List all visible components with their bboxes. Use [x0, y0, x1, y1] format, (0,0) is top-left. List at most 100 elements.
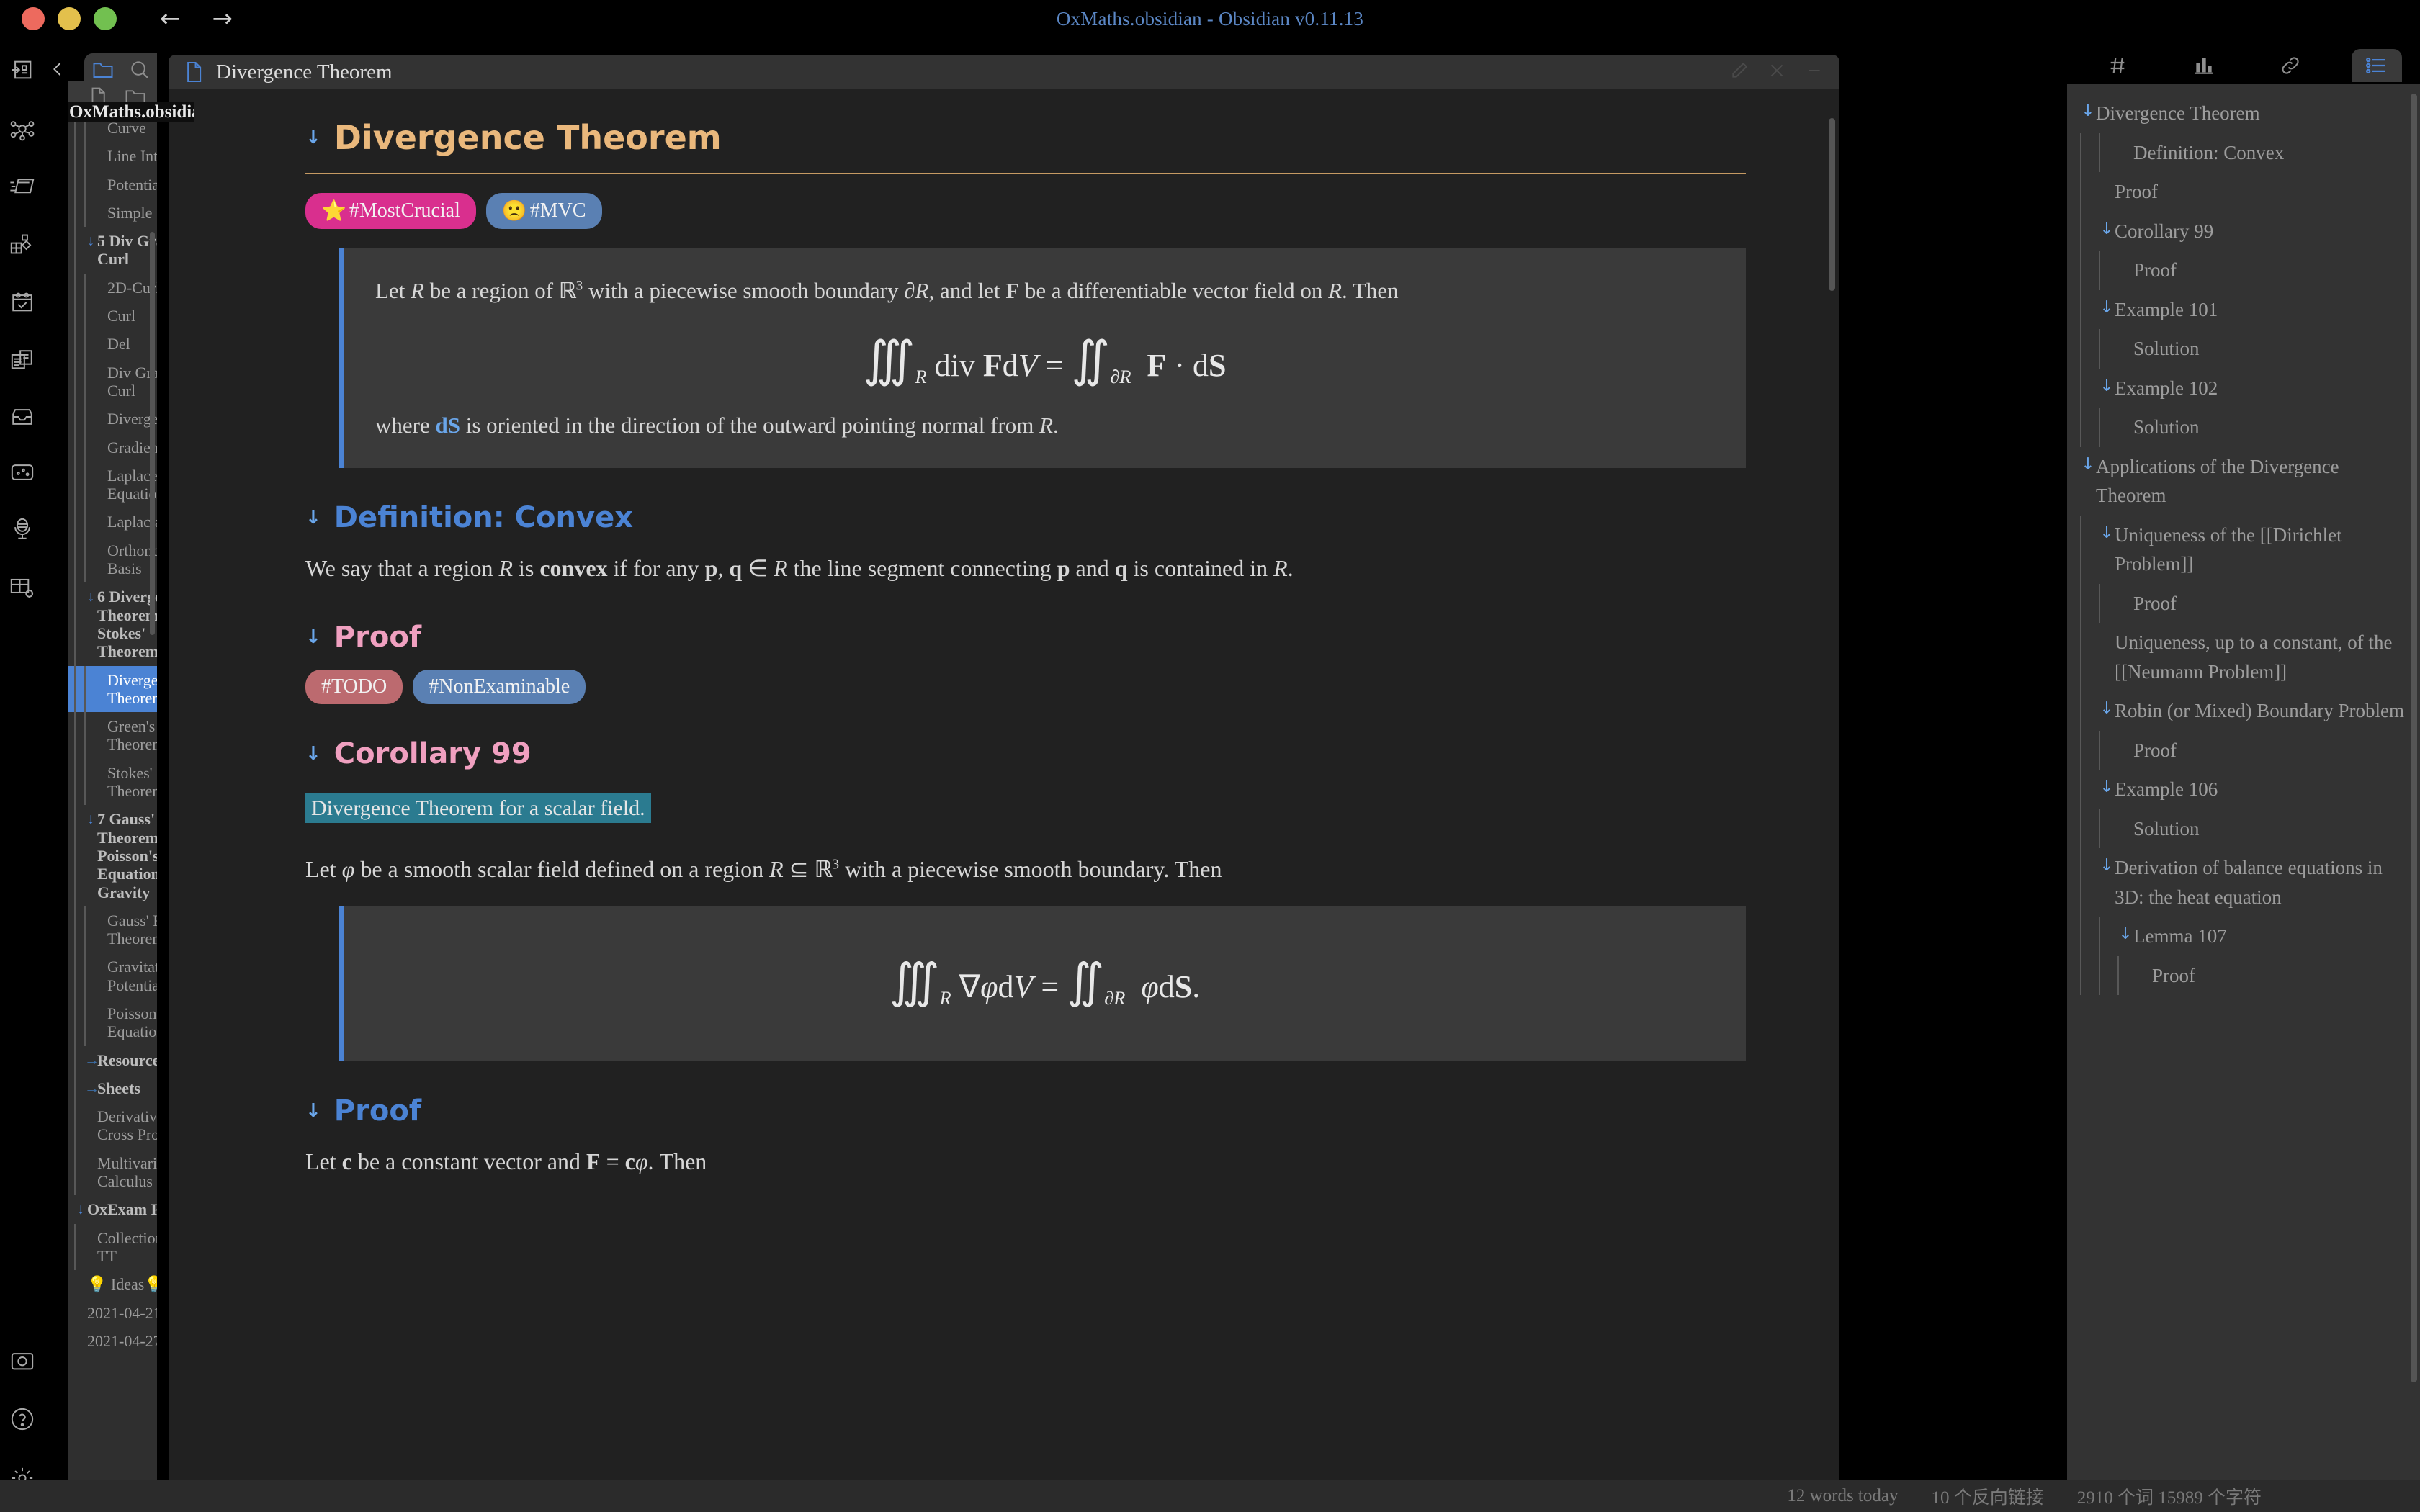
folder-collapsed-arrow-icon[interactable]: → — [84, 1079, 99, 1097]
outline-item[interactable]: ↓ Robin (or Mixed) Boundary Problem — [2067, 691, 2420, 731]
outline-list[interactable]: ↓ Divergence Theorem Definition: Convex Pro… — [2067, 84, 2420, 1483]
outline-item[interactable]: Proof — [2067, 251, 2420, 290]
archive-icon[interactable] — [10, 406, 35, 428]
folder-collapsed-arrow-icon[interactable]: → — [84, 1051, 99, 1068]
indent-guide — [2080, 408, 2081, 447]
word-count-tab[interactable] — [2179, 49, 2229, 82]
outline-item[interactable]: ↓ Applications of the Divergence Theorem — [2067, 447, 2420, 516]
outline-expand-arrow-icon[interactable]: ↓ — [2099, 521, 2115, 546]
outline-item[interactable]: Solution — [2067, 329, 2420, 369]
outline-item[interactable]: ↓ Lemma 107 — [2067, 917, 2420, 956]
proof-tag-row: #TODO #NonExaminable — [305, 670, 1746, 705]
indent-guide — [74, 1148, 76, 1196]
collapse-sidebar-icon[interactable] — [45, 56, 71, 82]
outline-item[interactable]: Proof — [2067, 955, 2420, 995]
file-tree-scrollbar[interactable] — [150, 232, 155, 635]
excalidraw-icon[interactable] — [10, 462, 35, 482]
outline-item[interactable]: Solution — [2067, 408, 2420, 447]
quick-switcher-icon[interactable] — [10, 58, 35, 82]
convex-paragraph: We say that a region R is convex if for … — [305, 555, 1294, 582]
folder-expanded-arrow-icon[interactable]: ↓ — [84, 588, 97, 605]
outline-item[interactable]: ↓ Uniqueness of the [[Dirichlet Problem]] — [2067, 515, 2420, 584]
outline-item[interactable]: Uniqueness, up to a constant, of the [[N… — [2067, 623, 2420, 691]
section-title: Proof — [333, 1094, 422, 1128]
note-editor[interactable]: ↓ Divergence Theorem ⭐ #MostCrucial 🙁 #MVC… — [169, 89, 1839, 1483]
folder-expanded-arrow-icon[interactable]: ↓ — [74, 1200, 87, 1218]
section-title: Definition: Convex — [333, 501, 633, 535]
file-tree-item-label: Sheets — [97, 1079, 140, 1097]
words-today-status: 12 words today — [1787, 1486, 1899, 1506]
corollary-equation: ∭R ∇φdV = ∬∂R φdS. — [339, 905, 1746, 1061]
tag-todo[interactable]: #TODO — [305, 670, 403, 705]
edit-pencil-icon[interactable] — [1730, 61, 1749, 84]
outline-item[interactable]: Proof — [2067, 583, 2420, 623]
outline-item[interactable]: ↓ Corollary 99 — [2067, 211, 2420, 251]
outline-expand-arrow-icon[interactable]: ↓ — [2099, 217, 2115, 242]
outline-expand-arrow-icon[interactable]: ↓ — [2118, 922, 2133, 947]
folder-expanded-arrow-icon[interactable]: ↓ — [84, 810, 97, 827]
folder-expanded-arrow-icon[interactable]: ↓ — [84, 232, 97, 249]
note-content: ↓ Divergence Theorem ⭐ #MostCrucial 🙁 #MVC… — [169, 89, 1839, 1181]
more-options-icon[interactable] — [1805, 61, 1824, 84]
outline-expand-arrow-icon[interactable]: ↓ — [2099, 374, 2115, 399]
outline-expand-arrow-icon[interactable]: ↓ — [2099, 775, 2115, 800]
indent-guide — [84, 302, 86, 330]
outline-item[interactable]: Solution — [2067, 809, 2420, 848]
outline-item[interactable]: ↓ Derivation of balance equations in 3D: … — [2067, 848, 2420, 917]
search-tab[interactable] — [125, 55, 154, 84]
indent-guide — [84, 953, 86, 999]
indent-guide — [84, 906, 86, 953]
tag-mvc[interactable]: 🙁 #MVC — [485, 193, 602, 229]
section-proof-1: ↓ Proof — [305, 621, 1746, 654]
star-emoji-icon: ⭐ — [321, 200, 346, 222]
outline-expand-arrow-icon[interactable]: ↓ — [2099, 295, 2115, 320]
indent-guide — [2080, 583, 2081, 623]
outline-item[interactable]: Definition: Convex — [2067, 132, 2420, 172]
backlinks-tab[interactable] — [2265, 49, 2316, 82]
fold-arrow-icon[interactable]: ↓ — [305, 743, 321, 765]
fold-arrow-icon[interactable]: ↓ — [305, 507, 321, 528]
outline-item[interactable]: ↓ Example 106 — [2067, 770, 2420, 809]
files-tab[interactable] — [89, 55, 117, 84]
graph-view-icon[interactable] — [9, 117, 35, 141]
theorem-equation: ∭R div FdV = ∬∂R F · dS — [863, 332, 1227, 387]
fold-arrow-icon[interactable]: ↓ — [305, 626, 321, 648]
tags-tab[interactable] — [2092, 49, 2143, 82]
fold-arrow-icon[interactable]: ↓ — [305, 1100, 321, 1122]
table-settings-icon[interactable] — [9, 576, 35, 599]
indent-guide — [74, 1045, 76, 1074]
indent-guide — [74, 999, 76, 1046]
outline-item[interactable]: ↓ Divergence Theorem — [2067, 94, 2420, 133]
close-tab-icon[interactable] — [1767, 61, 1786, 84]
fold-arrow-icon[interactable]: ↓ — [305, 127, 321, 148]
canvas-icon[interactable] — [9, 232, 35, 256]
outline-expand-arrow-icon[interactable]: ↓ — [2080, 99, 2096, 124]
templates-icon[interactable] — [10, 348, 35, 372]
outline-expand-arrow-icon[interactable]: ↓ — [2099, 696, 2115, 721]
indent-guide — [74, 227, 76, 274]
calendar-icon[interactable] — [10, 291, 35, 314]
indent-guide — [2080, 917, 2081, 956]
help-icon[interactable] — [10, 1407, 35, 1431]
indent-guide — [74, 1102, 76, 1149]
tag-nonexaminable[interactable]: #NonExaminable — [413, 670, 586, 705]
tab-actions[interactable] — [1730, 61, 1824, 84]
outline-item[interactable]: Proof — [2067, 730, 2420, 770]
editor-tab[interactable]: Divergence Theorem — [169, 55, 1839, 89]
outline-expand-arrow-icon[interactable]: ↓ — [2080, 452, 2096, 477]
indent-guide — [2080, 623, 2081, 691]
outline-item[interactable]: Proof — [2067, 172, 2420, 212]
indent-guide — [74, 170, 76, 199]
audio-recorder-icon[interactable] — [11, 517, 34, 541]
window-title: OxMaths.obsidian - Obsidian v0.11.13 — [1056, 7, 1364, 30]
indent-guide — [74, 536, 76, 583]
card-board-icon[interactable] — [9, 176, 35, 197]
editor-scrollbar[interactable] — [1829, 118, 1835, 291]
outline-item[interactable]: ↓ Example 101 — [2067, 289, 2420, 329]
outline-tab[interactable] — [2352, 49, 2402, 82]
tag-most-crucial[interactable]: ⭐ #MostCrucial — [305, 193, 476, 229]
outline-item[interactable]: ↓ Example 102 — [2067, 368, 2420, 408]
corollary-paragraph: Let φ be a smooth scalar field defined o… — [305, 855, 1222, 883]
camera-icon[interactable] — [10, 1349, 35, 1372]
outline-expand-arrow-icon[interactable]: ↓ — [2099, 853, 2115, 878]
